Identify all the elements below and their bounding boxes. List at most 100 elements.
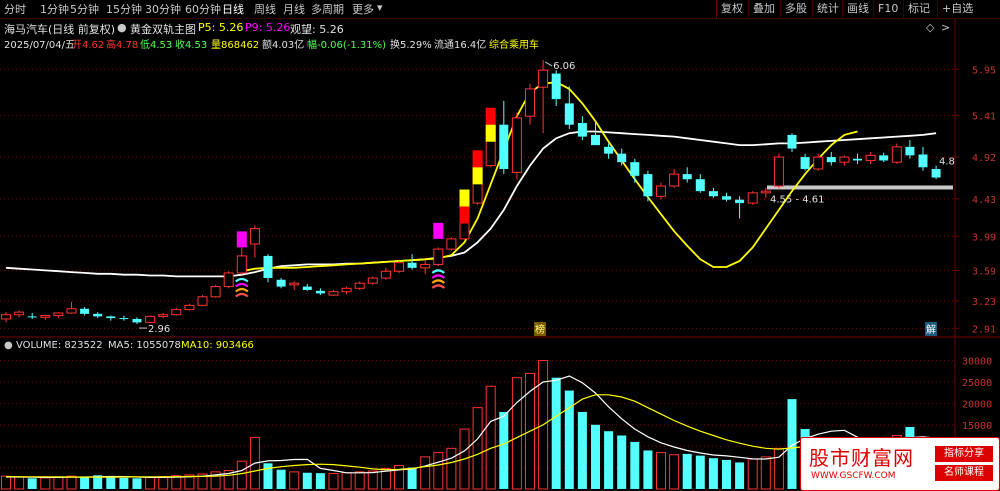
change-value: 幅-0.06(-1.31%) bbox=[307, 40, 387, 51]
candle-body bbox=[197, 296, 208, 306]
signal-bar-upper bbox=[472, 150, 483, 168]
period-tab-1[interactable]: 1分钟 bbox=[40, 1, 69, 17]
period-tab-10[interactable]: 更多 bbox=[352, 1, 374, 17]
indicator-name: 黄金双轨主图 bbox=[130, 23, 196, 36]
period-tab-9[interactable]: 多周期 bbox=[311, 1, 344, 17]
candle-body bbox=[891, 146, 902, 163]
candle bbox=[918, 146, 928, 171]
candle-body bbox=[446, 238, 457, 250]
candle-body bbox=[93, 313, 103, 317]
candle-body bbox=[853, 158, 862, 161]
p9-value: P9: 5.26 bbox=[245, 21, 291, 34]
toolbar-button-0[interactable]: 复权 bbox=[716, 0, 747, 18]
volume-bar bbox=[328, 473, 339, 490]
volume-bar bbox=[499, 411, 509, 489]
indicator-toggle-icon[interactable]: ● bbox=[117, 21, 127, 34]
candle bbox=[407, 254, 417, 270]
toolbar-button-3[interactable]: 统计 bbox=[812, 0, 843, 18]
candle-body bbox=[931, 168, 941, 178]
volume-tick-label: 30000 bbox=[962, 357, 992, 368]
last-price-label: 4.8 bbox=[939, 157, 955, 168]
period-tab-7[interactable]: 周线 bbox=[254, 1, 276, 17]
candle bbox=[158, 312, 169, 319]
candle bbox=[839, 155, 850, 166]
ma-yellow-line bbox=[241, 81, 858, 273]
toolbar-button-1[interactable]: 叠加 bbox=[748, 0, 779, 18]
diamond-icon[interactable]: ◇ bbox=[926, 21, 934, 34]
candle bbox=[1, 312, 11, 323]
volume-bar bbox=[433, 452, 444, 490]
candle-body bbox=[604, 146, 614, 154]
candle bbox=[367, 276, 378, 285]
candle-body bbox=[119, 318, 129, 320]
candle bbox=[853, 153, 862, 164]
candle bbox=[171, 307, 182, 316]
candle-body bbox=[14, 311, 25, 316]
volume-bar bbox=[289, 471, 300, 490]
volume-bar bbox=[315, 473, 325, 489]
wifi-signal-icon bbox=[431, 269, 446, 289]
toolbar-button-4[interactable]: 画线 bbox=[842, 0, 873, 18]
candle-body bbox=[184, 304, 195, 311]
volume-bar bbox=[106, 477, 116, 489]
high-pointer bbox=[544, 61, 553, 67]
volume-value: 量868462 bbox=[211, 40, 260, 51]
volume-bar bbox=[80, 476, 90, 489]
period-tab-0[interactable]: 分时 bbox=[4, 1, 26, 17]
candle bbox=[773, 153, 784, 189]
signal-magenta-block bbox=[236, 231, 247, 248]
volume-bar bbox=[302, 472, 312, 489]
turnover-value: 换5.29% bbox=[390, 40, 432, 51]
candle bbox=[328, 289, 339, 296]
period-tab-5[interactable]: 60分钟 bbox=[185, 1, 221, 17]
candle bbox=[249, 225, 260, 258]
volume-label: VOLUME: 823522 bbox=[16, 340, 103, 351]
wifi-arc bbox=[235, 277, 249, 283]
kline-chart[interactable]: 5.95 5.41 4.92 4.43 3.99 3.59 3.23 2.91 30000 250… bbox=[0, 0, 1000, 491]
candle-body bbox=[773, 156, 784, 187]
volume-bar bbox=[53, 476, 64, 490]
wifi-arc bbox=[235, 282, 249, 288]
candle-body bbox=[315, 290, 325, 294]
toolbar-button-5[interactable]: F10 bbox=[873, 0, 902, 18]
volume-bar bbox=[591, 424, 600, 489]
toolbar-button-6[interactable]: 标记 bbox=[903, 0, 934, 18]
period-tab-3[interactable]: 15分钟 bbox=[106, 1, 142, 17]
candle-body bbox=[760, 190, 771, 194]
toolbar-button-7[interactable]: +自选 bbox=[937, 0, 977, 18]
candle-body bbox=[210, 286, 221, 298]
signal-bar-upper bbox=[485, 107, 496, 125]
signal-bar-lower bbox=[472, 167, 483, 185]
arrow-right-icon[interactable]: > bbox=[941, 21, 950, 34]
candle-body bbox=[80, 308, 90, 314]
sector-tag[interactable]: 综合乘用车 bbox=[489, 36, 539, 51]
candle bbox=[446, 237, 457, 251]
candle-body bbox=[577, 122, 587, 137]
candle-body bbox=[66, 308, 77, 314]
candle bbox=[891, 143, 902, 164]
volume-bar bbox=[682, 453, 692, 489]
volume-toggle-icon[interactable]: ● bbox=[4, 340, 13, 351]
watermark-logo: 股市财富网 WWW.GSCFW.COM 指标分享 名师课程 bbox=[800, 437, 1000, 491]
candle bbox=[617, 148, 627, 166]
volume-bar bbox=[551, 377, 561, 489]
candle-body bbox=[865, 154, 876, 161]
period-tab-6[interactable]: 日线 bbox=[222, 1, 244, 17]
candle bbox=[525, 83, 535, 125]
signal-bar-lower bbox=[485, 124, 496, 142]
period-tab-8[interactable]: 月线 bbox=[283, 1, 305, 17]
volume-bar bbox=[341, 472, 352, 490]
candle bbox=[577, 116, 587, 141]
volume-bar bbox=[630, 441, 640, 489]
period-tab-2[interactable]: 5分钟 bbox=[70, 1, 99, 17]
candle-body bbox=[420, 263, 431, 269]
more-dropdown-icon[interactable]: ▾ bbox=[377, 1, 383, 14]
period-tab-4[interactable]: 30分钟 bbox=[145, 1, 181, 17]
candle bbox=[865, 151, 876, 164]
candle-body bbox=[787, 134, 797, 149]
candle bbox=[931, 165, 941, 180]
wifi-arc bbox=[235, 292, 249, 298]
volume-tick-label: 15000 bbox=[962, 421, 992, 432]
wifi-arc bbox=[431, 279, 446, 284]
toolbar-button-2[interactable]: 多股 bbox=[780, 0, 811, 18]
